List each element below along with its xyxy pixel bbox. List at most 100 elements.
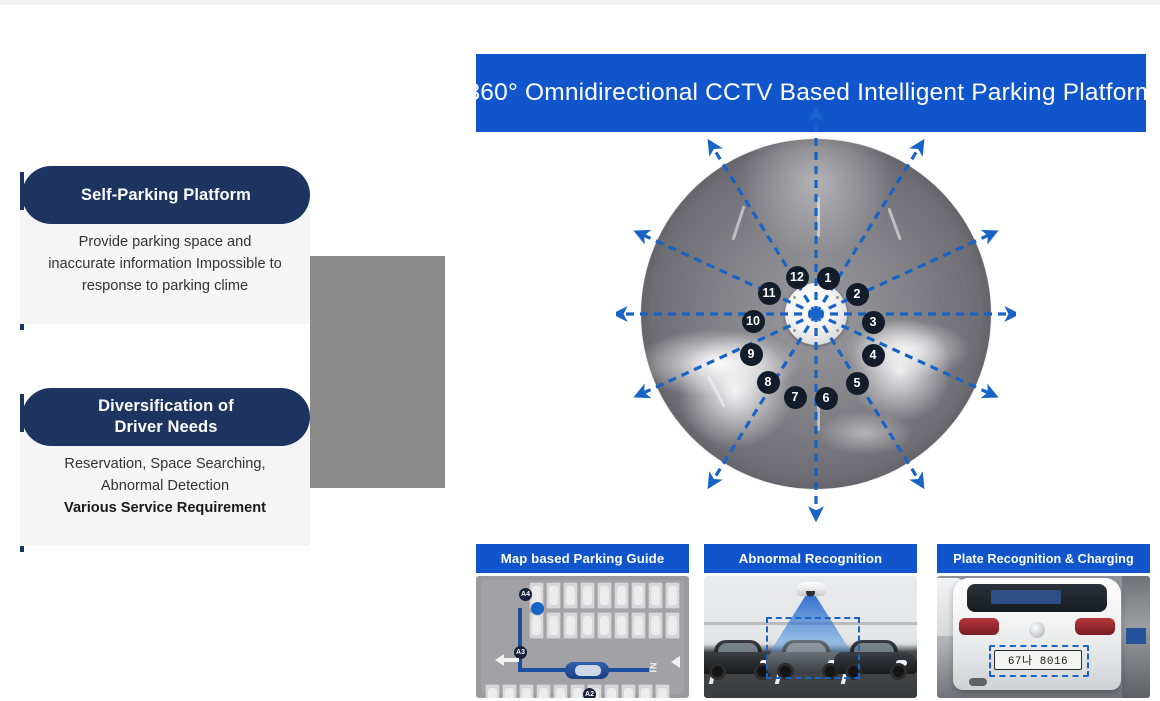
sector-badge-2[interactable]: 2 — [845, 282, 869, 306]
parking-stall — [665, 612, 680, 639]
parking-stall — [597, 612, 612, 639]
parking-stall — [563, 612, 578, 639]
housing-screw-icon — [793, 329, 796, 332]
parking-stall — [621, 684, 636, 698]
car-wheel — [890, 663, 907, 680]
sector-badge-6[interactable]: 6 — [814, 386, 838, 410]
map-canvas: A4 A3 A2 IN — [481, 580, 684, 698]
lane-marking — [817, 197, 820, 237]
vehicle-rear-view: 67나 8016 — [953, 578, 1121, 690]
feature-panels: Map based Parking Guide A4 A3 A2 IN Abno… — [476, 544, 1150, 701]
panel-map-based-parking-guide[interactable]: Map based Parking Guide A4 A3 A2 IN — [476, 544, 689, 698]
entry-label-in: IN — [648, 661, 659, 673]
parking-stall — [580, 582, 595, 609]
panel-image-plate-recognition: 67나 8016 — [937, 576, 1150, 698]
housing-screw-icon — [793, 296, 796, 299]
route-destination-dot — [531, 602, 544, 615]
left-column: Self-Parking Platform Provide parking sp… — [0, 0, 470, 701]
card-body-bold-line: Various Service Requirement — [64, 499, 266, 516]
sector-badge-10[interactable]: 10 — [741, 309, 765, 333]
exhaust-pipe — [969, 678, 987, 686]
parking-stall — [631, 612, 646, 639]
stall-row-bottom — [485, 684, 670, 698]
detection-bounding-box — [765, 617, 860, 679]
parking-stall — [485, 684, 500, 698]
parking-stall — [580, 612, 595, 639]
panel-heading: Map based Parking Guide — [476, 544, 689, 573]
exit-arrow-tail — [503, 658, 519, 662]
taillight-left — [959, 618, 999, 635]
card-heading: Diversification of Driver Needs — [22, 388, 310, 446]
plate-scene-background: 67나 8016 — [937, 576, 1150, 698]
parking-stall — [665, 582, 680, 609]
sector-badge-11[interactable]: 11 — [757, 281, 781, 305]
stall-row-second — [529, 612, 680, 639]
sector-badge-3[interactable]: 3 — [861, 310, 885, 334]
parking-stall — [631, 582, 646, 609]
fisheye-camera-figure: 1 2 3 4 5 6 7 8 9 10 11 12 — [616, 94, 1016, 534]
route-path-vertical — [518, 608, 522, 672]
sector-badge-1[interactable]: 1 — [816, 266, 840, 290]
sector-badge-12[interactable]: 12 — [785, 265, 809, 289]
entry-arrow-icon — [671, 656, 680, 668]
parking-stall — [614, 582, 629, 609]
card-self-parking-platform[interactable]: Self-Parking Platform Provide parking sp… — [20, 166, 310, 330]
card-body: Reservation, Space Searching, Abnormal D… — [20, 432, 310, 546]
zone-tag-a2: A2 — [583, 688, 596, 698]
panel-abnormal-recognition[interactable]: Abnormal Recognition — [704, 544, 917, 698]
sector-badge-9[interactable]: 9 — [739, 342, 763, 366]
card-body: Provide parking space and inaccurate inf… — [20, 210, 310, 324]
image-placeholder-block — [310, 256, 445, 488]
parking-stall — [604, 684, 619, 698]
car-brand-logo-icon — [1029, 622, 1045, 638]
dome-floor — [641, 139, 991, 489]
panel-heading: Plate Recognition & Charging — [937, 544, 1150, 573]
stall-row-top — [529, 582, 680, 609]
abnormal-scene-background — [704, 576, 917, 698]
sector-badge-8[interactable]: 8 — [756, 370, 780, 394]
wall-and-charger — [1122, 576, 1150, 698]
card-diversification-of-driver-needs[interactable]: Diversification of Driver Needs Reservat… — [20, 388, 310, 552]
card-body-line: response to parking clime — [81, 277, 249, 294]
zone-tag-a4: A4 — [519, 588, 532, 601]
charger-unit-icon — [1126, 628, 1146, 644]
card-heading-line-2: Driver Needs — [114, 418, 218, 436]
panel-heading: Abnormal Recognition — [704, 544, 917, 573]
parking-stall — [614, 612, 629, 639]
parking-stall — [638, 684, 653, 698]
parking-stall — [519, 684, 534, 698]
panel-image-parking-map: A4 A3 A2 IN — [476, 576, 689, 698]
panel-image-abnormal-recognition — [704, 576, 917, 698]
parking-stall — [597, 582, 612, 609]
parking-stall — [529, 612, 544, 639]
parking-stall — [648, 612, 663, 639]
sector-badge-4[interactable]: 4 — [861, 343, 885, 367]
parking-stall — [655, 684, 670, 698]
ceiling-camera-icon — [795, 582, 826, 597]
car-wheel — [709, 663, 726, 680]
parking-stall — [536, 684, 551, 698]
card-heading-line-1: Diversification of — [98, 397, 234, 416]
housing-screw-icon — [836, 296, 839, 299]
panel-plate-recognition-charging[interactable]: Plate Recognition & Charging 67나 8016 — [937, 544, 1150, 698]
card-heading: Self-Parking Platform — [22, 166, 310, 224]
sector-badge-7[interactable]: 7 — [783, 385, 807, 409]
guided-vehicle-icon — [565, 662, 609, 679]
sector-badge-5[interactable]: 5 — [845, 371, 869, 395]
parking-stall — [553, 684, 568, 698]
fisheye-dome-image — [641, 139, 991, 489]
card-body-line: inaccurate information Impossible to — [48, 255, 282, 272]
parking-stall — [648, 582, 663, 609]
parking-stall — [563, 582, 578, 609]
housing-screw-icon — [836, 329, 839, 332]
parking-stall — [546, 582, 561, 609]
card-body-line: Abnormal Detection — [100, 477, 230, 494]
parking-stall — [546, 612, 561, 639]
windshield-sticker — [991, 590, 1061, 604]
fisheye-camera-housing — [785, 283, 847, 345]
parking-stall — [502, 684, 517, 698]
card-body-line: Reservation, Space Searching, — [64, 456, 266, 472]
taillight-right — [1075, 618, 1115, 635]
card-body-line: Provide parking space and — [78, 234, 252, 250]
camera-lens-icon — [804, 302, 828, 326]
